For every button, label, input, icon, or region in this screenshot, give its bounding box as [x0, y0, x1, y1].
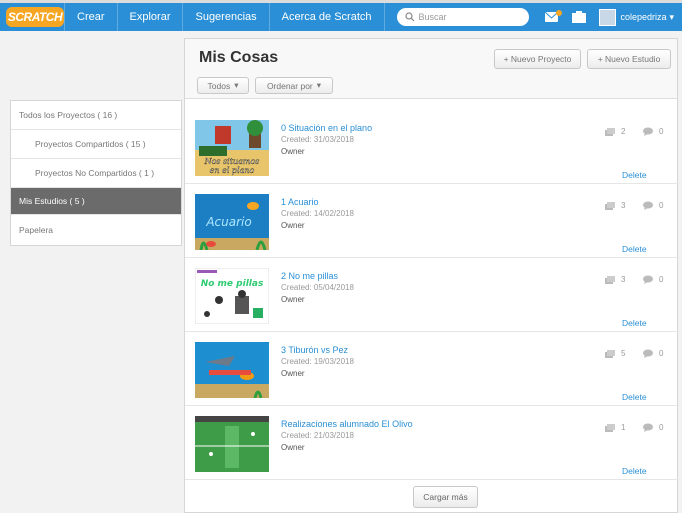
- nav-explorar[interactable]: Explorar: [118, 3, 184, 31]
- comment-icon: [643, 349, 653, 358]
- chevron-down-icon: ▾: [234, 80, 239, 90]
- projects-icon: [605, 127, 615, 136]
- new-project-button[interactable]: + Nuevo Proyecto: [494, 49, 581, 69]
- created-date: Created: 14/02/2018: [281, 209, 354, 218]
- studio-thumbnail[interactable]: [195, 416, 269, 472]
- comments-count: 0: [643, 127, 663, 136]
- load-more-button[interactable]: Cargar más: [413, 486, 478, 508]
- sidebar-item-estudios[interactable]: Mis Estudios ( 5 ): [11, 188, 181, 215]
- studio-title[interactable]: 3 Tiburón vs Pez: [281, 345, 348, 355]
- user-menu[interactable]: colepedriza ▾: [598, 8, 675, 26]
- top-navbar: SCRATCH Crear Explorar Sugerencias Acerc…: [0, 3, 682, 31]
- comments-count: 0: [643, 275, 663, 284]
- new-studio-button[interactable]: + Nuevo Estudio: [587, 49, 671, 69]
- comments-count: 0: [643, 201, 663, 210]
- delete-link[interactable]: Delete: [622, 392, 647, 402]
- filter-dropdown[interactable]: Todos ▾: [197, 77, 249, 94]
- list-item: Acuario 1 Acuario Created: 14/02/2018 Ow…: [185, 184, 679, 258]
- list-item: 3 Tiburón vs Pez Created: 19/03/2018 Own…: [185, 332, 679, 406]
- search-input[interactable]: Buscar: [396, 8, 529, 26]
- comments-count: 0: [643, 349, 663, 358]
- studio-title[interactable]: 0 Situación en el plano: [281, 123, 372, 133]
- list-item: Nos situamos en el plano 0 Situación en …: [185, 110, 679, 184]
- projects-icon: [605, 423, 615, 432]
- search-placeholder: Buscar: [418, 12, 447, 22]
- panel-header: Mis Cosas + Nuevo Proyecto + Nuevo Estud…: [185, 39, 677, 99]
- sidebar-item-compartidos[interactable]: Proyectos Compartidos ( 15 ): [11, 130, 181, 159]
- created-date: Created: 05/04/2018: [281, 283, 354, 292]
- projects-icon: [605, 349, 615, 358]
- created-date: Created: 21/03/2018: [281, 431, 354, 440]
- comment-icon: [643, 127, 653, 136]
- chevron-down-icon: ▾: [316, 80, 322, 90]
- list-item: No me pillas 2 No me pillas Created: 05/…: [185, 258, 679, 332]
- role-label: Owner: [281, 369, 305, 378]
- role-label: Owner: [281, 295, 305, 304]
- sidebar-item-papelera[interactable]: Papelera: [11, 215, 181, 245]
- username: colepedriza: [620, 12, 667, 22]
- messages-icon[interactable]: [543, 8, 563, 26]
- thumb-text-line1: No me pillas: [201, 279, 264, 289]
- nav-acerca[interactable]: Acerca de Scratch: [270, 3, 385, 31]
- thumb-text-line1: Acuario: [205, 215, 251, 229]
- projects-icon: [605, 201, 615, 210]
- created-date: Created: 31/03/2018: [281, 135, 354, 144]
- role-label: Owner: [281, 443, 305, 452]
- my-stuff-icon[interactable]: [569, 8, 589, 26]
- page-title: Mis Cosas: [199, 49, 279, 66]
- delete-link[interactable]: Delete: [622, 170, 647, 180]
- delete-link[interactable]: Delete: [622, 466, 647, 476]
- comment-icon: [643, 275, 653, 284]
- nav-sugerencias[interactable]: Sugerencias: [183, 3, 270, 31]
- scratch-logo[interactable]: SCRATCH: [6, 7, 64, 27]
- projects-icon: [605, 275, 615, 284]
- studio-thumbnail[interactable]: [195, 342, 269, 398]
- role-label: Owner: [281, 221, 305, 230]
- studio-thumbnail[interactable]: Acuario: [195, 194, 269, 250]
- role-label: Owner: [281, 147, 305, 156]
- projects-count: 3: [605, 275, 625, 284]
- thumb-text-line2: en el plano: [210, 166, 255, 175]
- studio-thumbnail[interactable]: No me pillas: [195, 268, 269, 324]
- projects-count: 5: [605, 349, 625, 358]
- delete-link[interactable]: Delete: [622, 244, 647, 254]
- thumb-text-line1: Nos situamos: [204, 157, 260, 166]
- search-icon: [404, 12, 414, 22]
- projects-count: 3: [605, 201, 625, 210]
- studio-thumbnail[interactable]: Nos situamos en el plano: [195, 120, 269, 176]
- projects-count: 2: [605, 127, 625, 136]
- sidebar-item-no-compartidos[interactable]: Proyectos No Compartidos ( 1 ): [11, 159, 181, 188]
- projects-count: 1: [605, 423, 625, 432]
- comment-icon: [643, 423, 653, 432]
- avatar: [598, 8, 616, 26]
- delete-link[interactable]: Delete: [622, 318, 647, 328]
- list-item: Realizaciones alumnado El Olivo Created:…: [185, 406, 679, 480]
- studio-title[interactable]: 1 Acuario: [281, 197, 319, 207]
- sidebar-item-todos[interactable]: Todos los Proyectos ( 16 ): [11, 101, 181, 130]
- my-stuff-panel: Mis Cosas + Nuevo Proyecto + Nuevo Estud…: [184, 38, 679, 513]
- chevron-down-icon: ▾: [669, 11, 675, 22]
- comments-count: 0: [643, 423, 663, 432]
- nav-crear[interactable]: Crear: [64, 3, 118, 31]
- sidebar: Todos los Proyectos ( 16 ) Proyectos Com…: [10, 100, 182, 246]
- sort-dropdown[interactable]: Ordenar por ▾: [255, 77, 333, 94]
- studio-title[interactable]: 2 No me pillas: [281, 271, 338, 281]
- comment-icon: [643, 201, 653, 210]
- studio-title[interactable]: Realizaciones alumnado El Olivo: [281, 419, 413, 429]
- created-date: Created: 19/03/2018: [281, 357, 354, 366]
